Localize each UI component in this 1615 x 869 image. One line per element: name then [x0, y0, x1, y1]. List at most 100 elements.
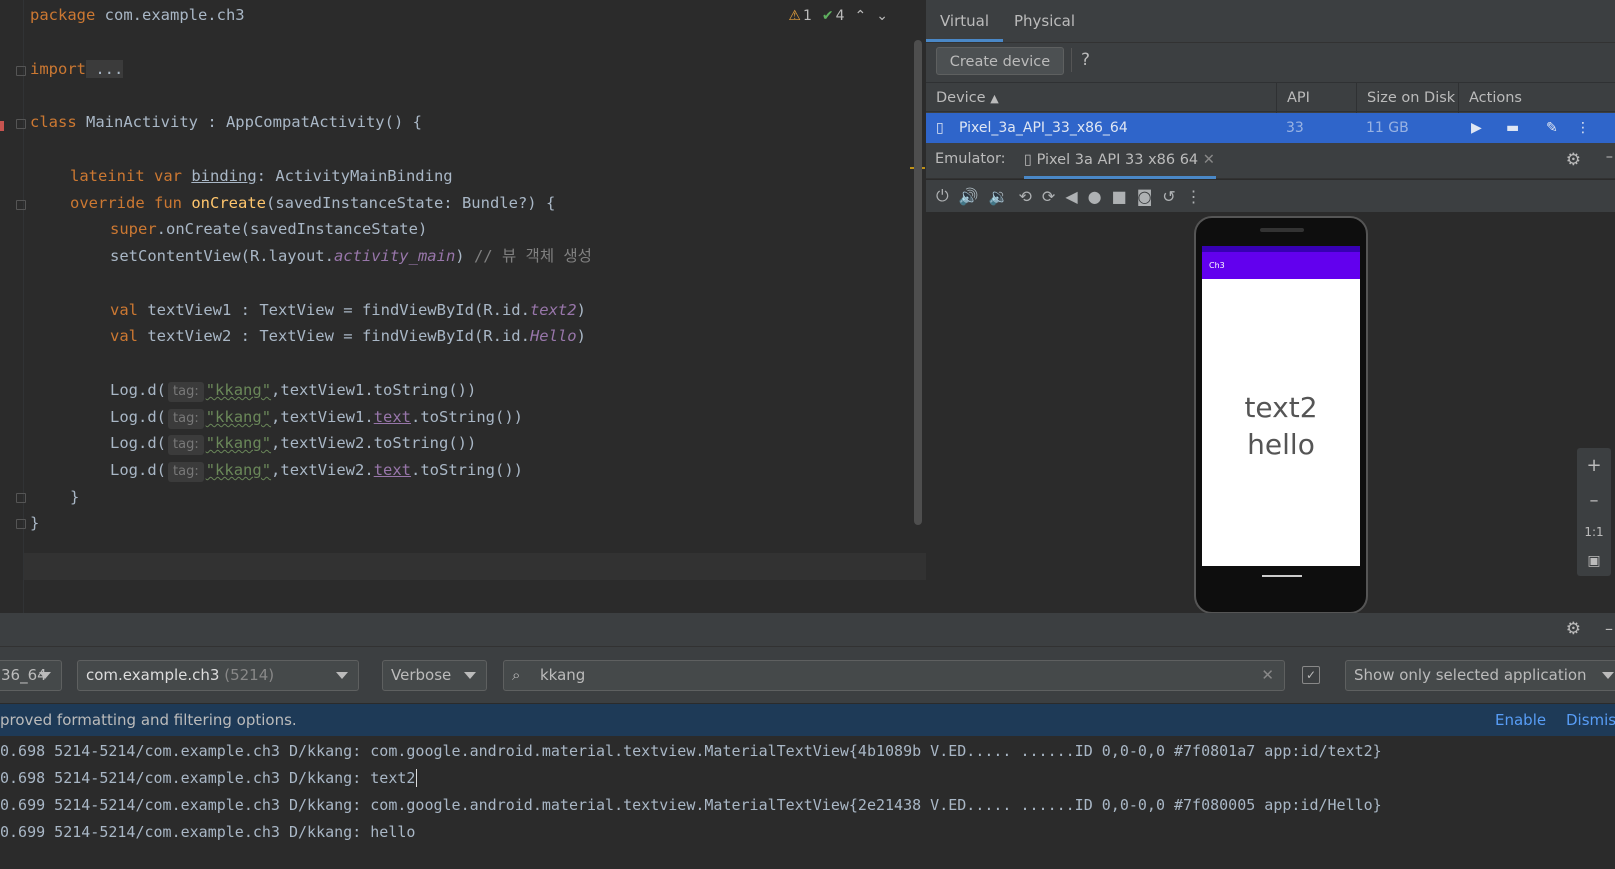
code-line-import: import ... [30, 60, 124, 78]
zoom-in-icon[interactable]: + [1586, 455, 1601, 476]
code-line-class: class MainActivity : AppCompatActivity()… [30, 113, 422, 131]
check-count: 4 [835, 8, 845, 24]
overview-icon[interactable]: ■ [1112, 187, 1127, 206]
code-line-setcontentview: setContentView(R.layout.activity_main) /… [110, 247, 592, 265]
notification-banner: proved formatting and filtering options.… [0, 704, 1615, 736]
volume-up-icon[interactable]: 🔊 [959, 187, 979, 206]
camera-icon[interactable]: ◙ [1137, 187, 1153, 206]
minimize-icon[interactable]: – [1606, 149, 1613, 165]
gear-icon[interactable]: ⚙ [1566, 619, 1581, 639]
divider [1071, 48, 1072, 72]
device-row[interactable]: ▯ Pixel_3a_API_33_x86_64 33 11 GB ▶ ▬ ✎ … [926, 113, 1615, 143]
help-button[interactable]: ? [1081, 50, 1090, 70]
create-device-button[interactable]: Create device [936, 47, 1064, 75]
volume-down-icon[interactable]: 🔉 [989, 187, 1009, 206]
code-line-close-fun: } [70, 488, 80, 506]
play-icon[interactable]: ▶ [1471, 113, 1482, 143]
tab-virtual[interactable]: Virtual [926, 0, 1004, 42]
log-line: 0.699 5214-5214/com.example.ch3 D/kkang:… [0, 823, 416, 841]
check-icon: ✔ [821, 8, 834, 24]
column-device[interactable]: Device ▲ [926, 83, 1276, 113]
emulator-tab-bar: Emulator: ▯ Pixel 3a API 33 x86 64 ✕ ⚙ – [926, 143, 1615, 179]
gear-icon[interactable]: ⚙ [1566, 150, 1581, 170]
zoom-out-icon[interactable]: – [1590, 490, 1599, 511]
fold-marker-icon[interactable] [16, 119, 26, 129]
rotate-left-icon[interactable]: ⟲ [1019, 187, 1032, 206]
app-filter-select[interactable]: Show only selected application [1345, 660, 1615, 691]
level-select[interactable]: Verbose [382, 660, 487, 691]
editor-scrollbar[interactable] [914, 40, 922, 525]
log-line: 0.698 5214-5214/com.example.ch3 D/kkang:… [0, 742, 1382, 760]
logcat-filters: 36_64 com.example.ch3 (5214) Verbose ⌕ k… [0, 647, 1615, 703]
logcat-header: ⚙ – [0, 613, 1615, 647]
tab-physical[interactable]: Physical [1000, 0, 1089, 42]
divider [926, 42, 1615, 43]
gesture-bar [1262, 575, 1302, 577]
phone-speaker [1260, 228, 1304, 232]
hello-view: hello [1247, 428, 1315, 461]
chevron-up-icon[interactable]: ⌃ [855, 8, 867, 24]
zoom-controls: + – 1:1 ▣ [1577, 448, 1611, 576]
device-select[interactable]: 36_64 [0, 660, 62, 691]
device-table-header: Device ▲ API Size on Disk Actions [926, 82, 1615, 113]
phone-icon: ▯ [1024, 152, 1032, 168]
chevron-down-icon[interactable]: ⌄ [876, 8, 888, 24]
code-line-package: package com.example.ch3 [30, 6, 245, 24]
process-select[interactable]: com.example.ch3 (5214) [77, 660, 359, 691]
column-actions[interactable]: Actions [1458, 83, 1615, 113]
rotate-right-icon[interactable]: ⟳ [1042, 187, 1055, 206]
code-line-oncreate: override fun onCreate(savedInstanceState… [70, 194, 556, 212]
enable-link[interactable]: Enable [1495, 704, 1546, 736]
phone-screen[interactable]: Ch3 text2 hello [1202, 246, 1360, 566]
close-icon[interactable]: ✕ [1203, 152, 1215, 168]
text2-view: text2 [1244, 391, 1318, 424]
emulator-tab-name: Pixel 3a API 33 x86 64 [1036, 152, 1199, 168]
search-input[interactable]: ⌕ kkang ✕ [503, 660, 1285, 691]
device-size: 11 GB [1366, 120, 1409, 136]
emulator-label: Emulator: [935, 151, 1006, 167]
app-title: Ch3 [1209, 261, 1225, 270]
back-icon[interactable]: ◀ [1065, 187, 1077, 206]
log-line: 0.699 5214-5214/com.example.ch3 D/kkang:… [0, 796, 1382, 814]
snapshot-icon[interactable]: ↺ [1162, 187, 1175, 206]
device-manager-panel: Virtual Physical Create device ? Device … [926, 0, 1615, 143]
fold-marker-icon[interactable] [16, 66, 26, 76]
minimize-icon[interactable]: – [1605, 619, 1613, 638]
home-icon[interactable]: ● [1088, 187, 1102, 206]
code-line-textview2: val textView2 : TextView = findViewById(… [110, 327, 586, 345]
code-line-binding: lateinit var binding: ActivityMainBindin… [70, 167, 453, 185]
emulator-device-tab[interactable]: ▯ Pixel 3a API 33 x86 64 ✕ [1024, 143, 1216, 179]
warning-count: 1 [802, 8, 812, 24]
zoom-ratio[interactable]: 1:1 [1584, 525, 1603, 539]
more-icon[interactable]: ⋮ [1186, 187, 1202, 206]
dismiss-link[interactable]: Dismiss [1566, 704, 1615, 736]
code-line-log3: Log.d(tag: "kkang",textView2.toString()) [110, 430, 476, 457]
column-size[interactable]: Size on Disk [1356, 83, 1458, 113]
phone-frame: Ch3 text2 hello [1194, 216, 1368, 614]
code-line-close-class: } [30, 514, 40, 532]
folder-icon[interactable]: ▬ [1506, 113, 1519, 143]
search-icon: ⌕ [512, 666, 521, 684]
phone-icon: ▯ [936, 120, 944, 136]
notice-text: proved formatting and filtering options. [0, 711, 297, 729]
fold-marker-icon[interactable] [16, 493, 26, 503]
device-api: 33 [1286, 120, 1304, 136]
sort-up-icon: ▲ [990, 92, 999, 105]
more-icon[interactable]: ⋮ [1576, 113, 1590, 143]
column-api[interactable]: API [1276, 83, 1356, 113]
code-line-log4: Log.d(tag: "kkang",textView2.text.toStrin… [110, 457, 523, 484]
power-icon[interactable]: ⏻ [936, 186, 949, 206]
fold-marker-icon[interactable] [16, 519, 26, 529]
edit-icon[interactable]: ✎ [1546, 113, 1558, 143]
fold-marker-icon[interactable] [16, 200, 26, 210]
current-line-highlight [24, 553, 926, 580]
code-line-log2: Log.d(tag: "kkang",textView1.text.toStrin… [110, 404, 523, 431]
code-editor[interactable]: package com.example.ch3 import ... class… [0, 0, 926, 613]
clear-icon[interactable]: ✕ [1261, 661, 1274, 690]
fit-screen-icon[interactable]: ▣ [1587, 553, 1600, 569]
regex-checkbox[interactable]: ✓ [1302, 666, 1320, 684]
code-line-textview1: val textView1 : TextView = findViewById(… [110, 301, 586, 319]
log-line: 0.698 5214-5214/com.example.ch3 D/kkang:… [0, 769, 418, 787]
inspection-widget[interactable]: ⚠ 1 ✔ 4 ⌃ ⌄ [788, 8, 888, 24]
emulator-display: Ch3 text2 hello + – 1:1 ▣ [926, 212, 1615, 614]
